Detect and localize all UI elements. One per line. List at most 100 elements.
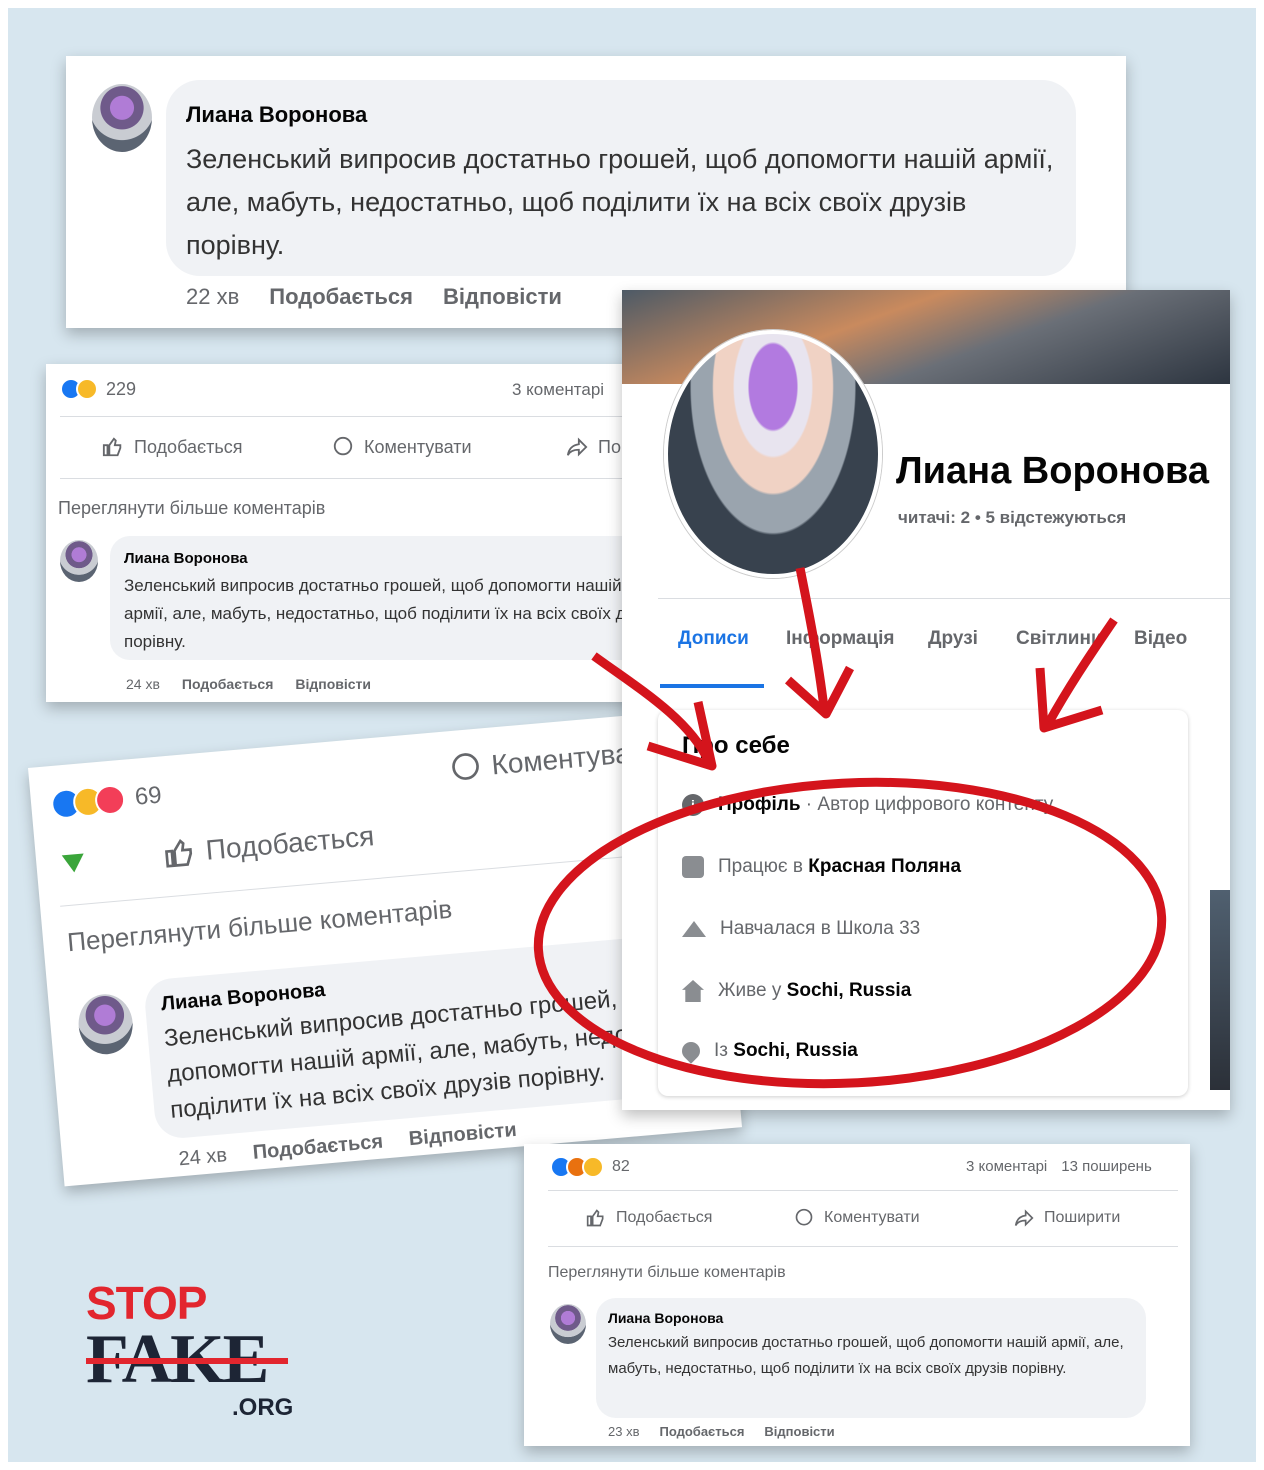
about-row-from: Із Sochi, Russia [678, 1038, 858, 1064]
tab-videos[interactable]: Відео [1134, 628, 1187, 650]
view-more-comments-link[interactable]: Переглянути більше коментарів [66, 894, 453, 959]
comment-time: 24 хв [126, 676, 160, 692]
view-more-comments-link[interactable]: Переглянути більше коментарів [548, 1264, 786, 1282]
comment-time: 23 хв [608, 1424, 640, 1439]
comment-author[interactable]: Лиана Воронова [608, 1310, 723, 1326]
tab-about[interactable]: Інформація [786, 628, 895, 650]
comment-author[interactable]: Лиана Воронова [124, 550, 248, 567]
avatar[interactable] [92, 84, 152, 152]
shares-count[interactable]: 13 поширень [1061, 1158, 1152, 1175]
tab-photos[interactable]: Світлини [1016, 628, 1103, 650]
comment-text: Зеленський випросив достатньо грошей, що… [608, 1334, 1124, 1377]
about-row-value[interactable]: Красная Поляна [808, 856, 961, 877]
avatar[interactable] [76, 991, 136, 1057]
comment-bubble: Лиана Воронова Зеленський випросив доста… [110, 536, 646, 660]
like-label: Подобається [616, 1209, 713, 1226]
share-button[interactable]: Поширити [1014, 1208, 1120, 1228]
comment-label: Коментувати [364, 436, 472, 457]
tab-friends[interactable]: Друзі [928, 628, 978, 650]
tab-posts[interactable]: Дописи [678, 628, 749, 650]
logo-strike [86, 1358, 288, 1364]
post-card-3: 82 3 коментарі 13 поширень Подобається К… [524, 1144, 1190, 1446]
care-reaction-icon [76, 378, 98, 400]
stopfake-logo: STOP FAKE .ORG [86, 1276, 306, 1446]
like-button[interactable]: Подобається [102, 436, 243, 458]
post-stats: 3 коментарі 13 поширень [966, 1158, 1152, 1175]
logo-org: .ORG [232, 1394, 294, 1421]
thumbs-up-icon [586, 1209, 604, 1227]
share-icon [1014, 1209, 1034, 1227]
comment-icon [795, 1208, 813, 1226]
comment-icon [452, 753, 479, 780]
about-title: Про себе [682, 732, 790, 759]
comment-actions: 24 хв Подобається Відповісти [126, 676, 371, 692]
like-link[interactable]: Подобається [269, 284, 413, 310]
about-row-label: Навчалася в Школа 33 [720, 918, 921, 939]
followers-text[interactable]: читачі: 2 • 5 відстежуються [898, 508, 1126, 528]
info-icon: i [682, 794, 704, 816]
thumbs-up-icon [165, 838, 193, 868]
share-button[interactable]: По [566, 436, 621, 458]
comment-icon [333, 436, 353, 456]
divider [60, 478, 640, 479]
comment-time: 22 хв [186, 284, 240, 309]
divider [60, 416, 640, 417]
comments-count[interactable]: 3 коментарі [512, 380, 604, 400]
avatar[interactable] [60, 540, 98, 582]
like-button[interactable]: Подобається [586, 1208, 712, 1228]
about-row-education: Навчалася в Школа 33 [682, 918, 920, 940]
like-link[interactable]: Подобається [182, 676, 273, 692]
haha-reaction-icon [582, 1156, 604, 1178]
comments-count[interactable]: 3 коментарі [966, 1158, 1047, 1175]
reaction-count[interactable]: 82 [612, 1158, 630, 1176]
comment-actions: 23 хв Подобається Відповісти [608, 1424, 835, 1439]
profile-card: Лиана Воронова читачі: 2 • 5 відстежують… [622, 290, 1230, 1110]
like-link[interactable]: Подобається [659, 1424, 744, 1439]
reaction-summary: 229 [60, 378, 136, 400]
thumbs-up-icon [102, 437, 122, 457]
comment-actions: 22 хв Подобається Відповісти [186, 284, 562, 310]
active-tab-indicator [660, 684, 764, 688]
location-pin-icon [678, 1038, 704, 1064]
reaction-count[interactable]: 229 [106, 379, 136, 400]
share-label: Поширити [1044, 1209, 1121, 1226]
like-label: Подобається [204, 820, 376, 866]
comment-time: 24 хв [177, 1144, 228, 1171]
avatar[interactable] [550, 1304, 586, 1344]
about-row-label: Із [714, 1040, 734, 1061]
post-card-1: 229 3 коментарі Подобається Коментувати … [46, 364, 646, 702]
comment-text: Зеленський випросив достатньо грошей, що… [186, 144, 1054, 260]
divider [658, 598, 1230, 599]
comment-button[interactable]: Коментувати [794, 1208, 920, 1228]
view-more-comments-link[interactable]: Переглянути більше коментарів [58, 498, 325, 519]
about-row-label: Живе у [718, 980, 787, 1001]
profile-picture[interactable] [664, 330, 882, 578]
divider [60, 849, 698, 907]
about-panel: Про себе i Профіль · Автор цифрового кон… [658, 710, 1188, 1096]
share-icon [566, 437, 588, 457]
profile-name: Лиана Воронова [896, 450, 1210, 492]
reaction-summary: 69 [50, 781, 163, 821]
comment-label: Коментувати [824, 1209, 920, 1226]
reply-link[interactable]: Відповісти [295, 676, 371, 692]
reaction-count[interactable]: 69 [134, 782, 163, 812]
reply-link[interactable]: Відповісти [764, 1424, 834, 1439]
comment-author[interactable]: Лиана Воронова [186, 102, 367, 128]
reply-link[interactable]: Відповісти [443, 284, 562, 310]
top-comment-card: Лиана Воронова Зеленський випросив доста… [66, 56, 1126, 328]
comment-bubble: Лиана Воронова Зеленський випросив доста… [166, 80, 1076, 276]
reaction-summary: 82 [550, 1156, 630, 1178]
about-row-profile: i Профіль · Автор цифрового контенту [682, 794, 1053, 816]
about-row-work: Працює в Красная Поляна [682, 856, 961, 878]
about-row-value[interactable]: Sochi, Russia [787, 980, 912, 1001]
divider [548, 1190, 1178, 1191]
about-row-value: · Автор цифрового контенту [800, 794, 1054, 815]
reply-link[interactable]: Відповісти [408, 1119, 518, 1151]
like-button[interactable]: Подобається [163, 820, 376, 870]
like-link[interactable]: Подобається [252, 1131, 384, 1165]
home-icon [682, 980, 704, 1002]
side-photo-strip [1210, 890, 1230, 1090]
divider [548, 1246, 1178, 1247]
comment-button[interactable]: Коментувати [332, 436, 472, 458]
about-row-value[interactable]: Sochi, Russia [733, 1040, 858, 1061]
